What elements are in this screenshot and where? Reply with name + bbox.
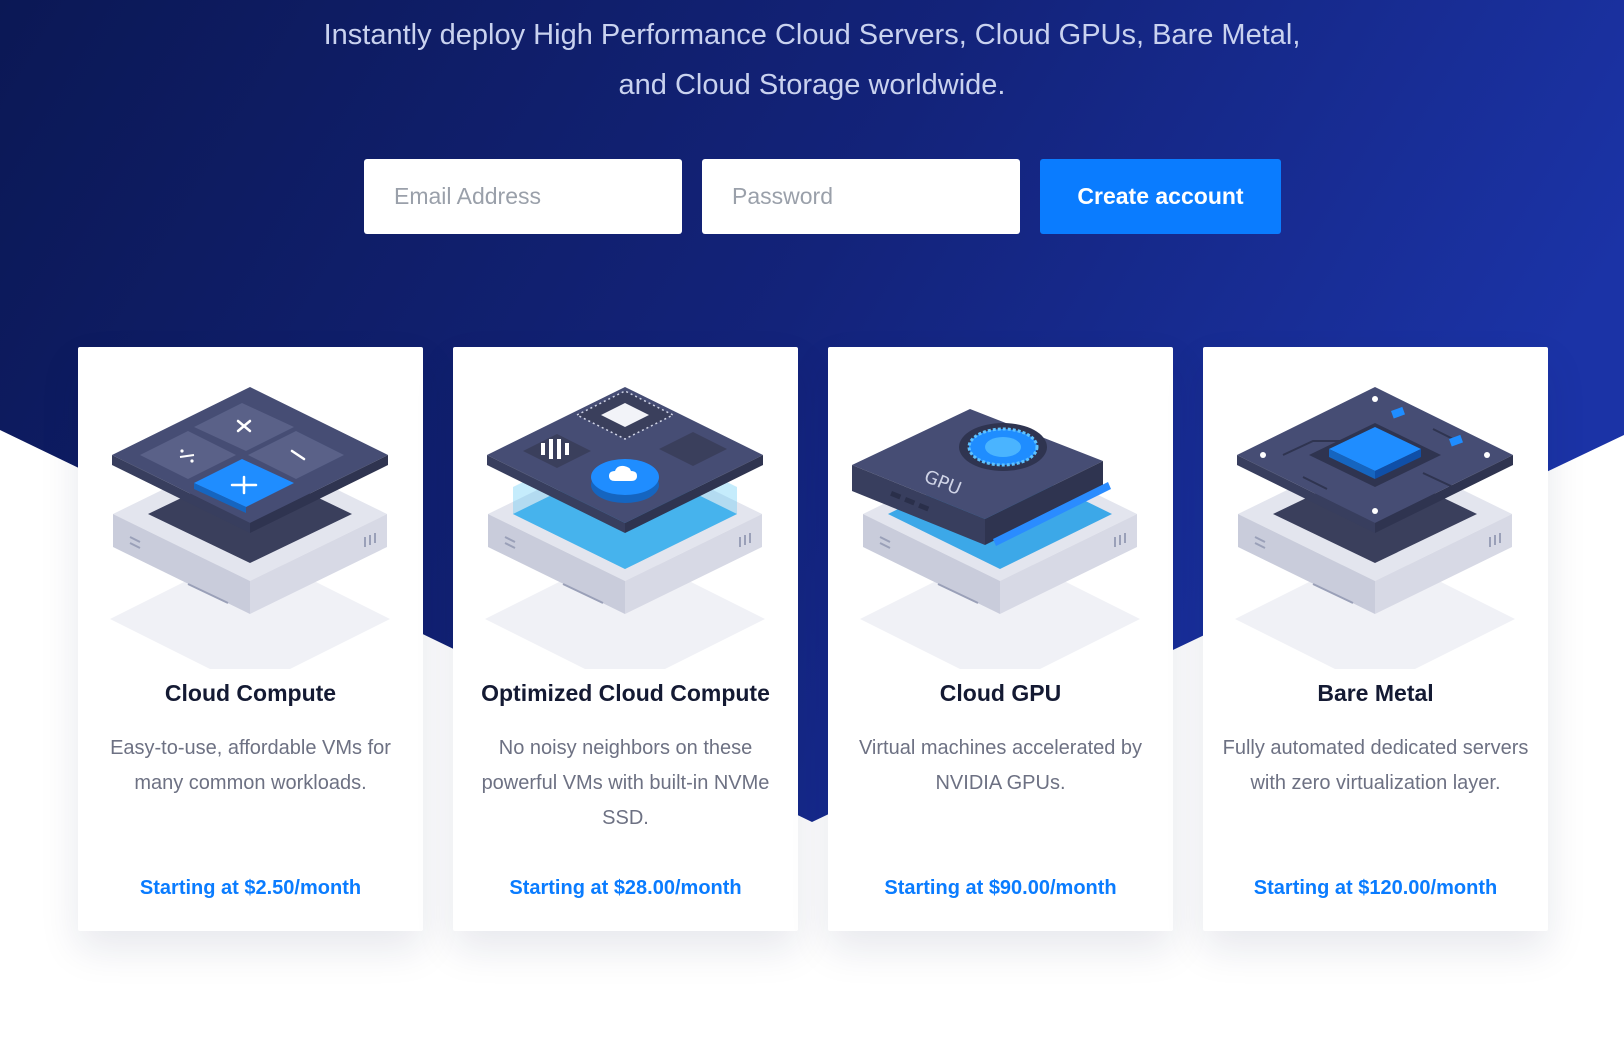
product-card-bare-metal[interactable]: Bare Metal Fully automated dedicated ser… [1203, 347, 1548, 931]
calculator-server-icon [110, 387, 390, 669]
card-description: Virtual machines accelerated by NVIDIA G… [858, 737, 1143, 794]
product-cards: Cloud Compute Easy-to-use, affordable VM… [78, 347, 1548, 931]
card-price-link[interactable]: Starting at $2.50/month [78, 877, 423, 900]
card-description: Fully automated dedicated servers with z… [1222, 737, 1529, 794]
bare-metal-board-icon [1235, 387, 1515, 669]
card-title: Optimized Cloud Compute [481, 680, 770, 706]
card-description: No noisy neighbors on these powerful VMs… [481, 737, 770, 829]
card-price-link[interactable]: Starting at $28.00/month [453, 877, 798, 900]
card-description: Easy-to-use, affordable VMs for many com… [110, 737, 391, 794]
card-title: Bare Metal [1317, 680, 1434, 706]
product-card-cloud-gpu[interactable]: GPU Cloud GPU Virtual machines accelerat… [828, 347, 1173, 931]
email-field[interactable] [364, 159, 682, 234]
create-account-button[interactable]: Create account [1040, 159, 1281, 234]
gpu-card-icon: GPU [852, 409, 1140, 669]
card-title: Cloud GPU [939, 680, 1062, 706]
card-title: Cloud Compute [164, 680, 337, 706]
hero-tagline: Instantly deploy High Performance Cloud … [323, 19, 1301, 101]
product-card-cloud-compute[interactable]: Cloud Compute Easy-to-use, affordable VM… [78, 347, 423, 931]
card-price-link[interactable]: Starting at $120.00/month [1203, 877, 1548, 900]
chip-cloud-server-icon [485, 387, 765, 669]
signup-form: Create account [364, 159, 1281, 234]
password-field[interactable] [702, 159, 1020, 234]
card-price-link[interactable]: Starting at $90.00/month [828, 877, 1173, 900]
product-card-optimized-cloud-compute[interactable]: Optimized Cloud Compute No noisy neighbo… [453, 347, 798, 931]
